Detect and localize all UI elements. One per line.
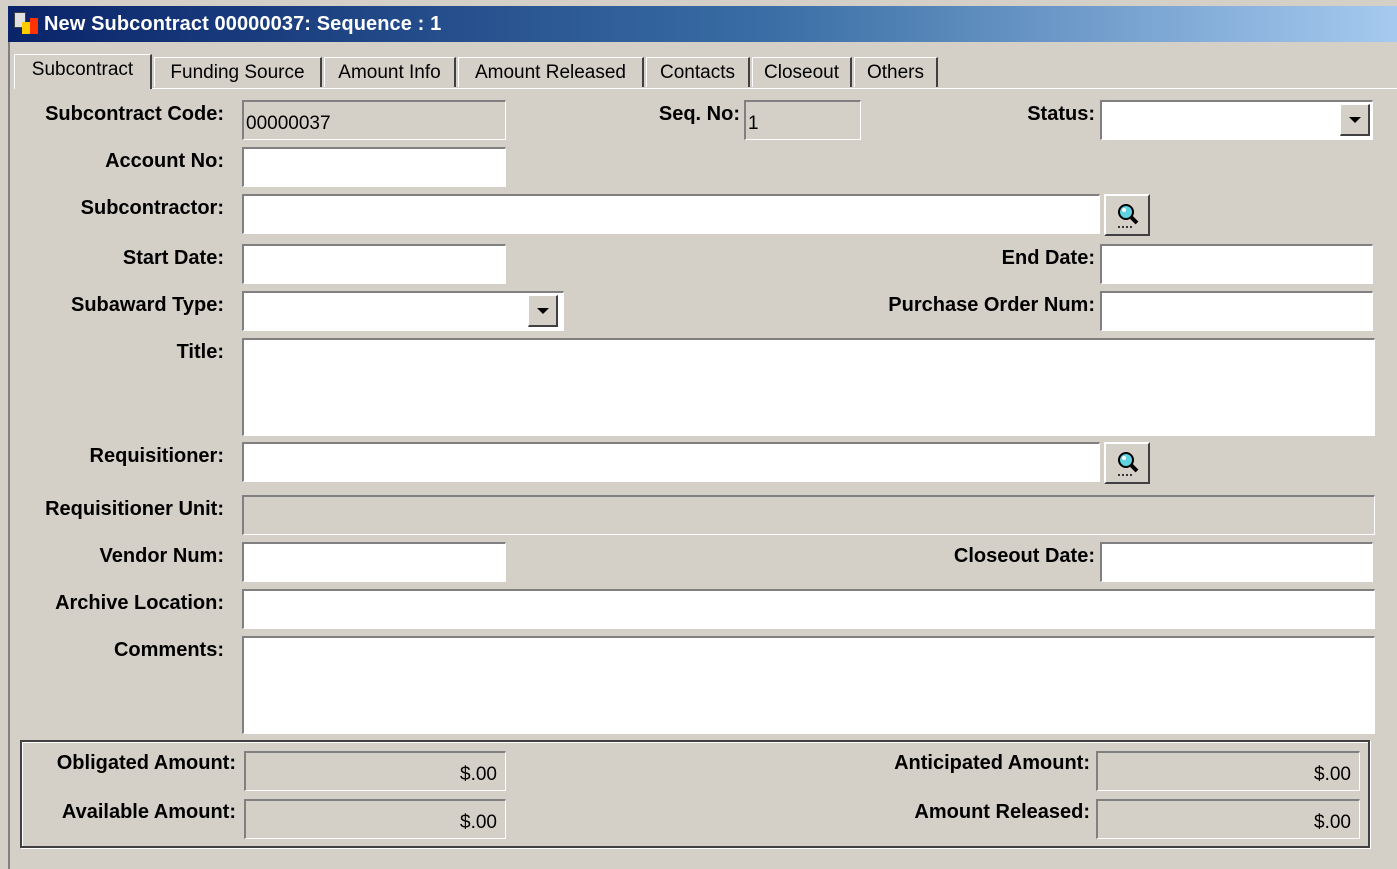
subcontractor-label: Subcontractor: bbox=[80, 197, 224, 219]
status-dropdown-button[interactable] bbox=[1340, 104, 1370, 136]
amount-released-field[interactable] bbox=[1096, 799, 1360, 839]
obligated-amount-label: Obligated Amount: bbox=[56, 752, 236, 774]
comments-textarea[interactable] bbox=[242, 636, 1375, 734]
start-date-field[interactable] bbox=[242, 244, 506, 284]
account-no-label: Account No: bbox=[105, 150, 224, 172]
tab-contacts[interactable]: Contacts bbox=[646, 57, 750, 87]
subaward-type-select[interactable] bbox=[242, 291, 564, 331]
archive-location-field[interactable] bbox=[242, 589, 1375, 629]
vendor-num-field[interactable] bbox=[242, 542, 506, 582]
tab-others[interactable]: Others bbox=[854, 57, 938, 87]
start-date-label: Start Date: bbox=[122, 247, 224, 269]
archive-location-label: Archive Location: bbox=[55, 592, 224, 614]
window-title: New Subcontract 00000037: Sequence : 1 bbox=[44, 12, 442, 35]
closeout-date-label: Closeout Date: bbox=[953, 545, 1095, 567]
comments-label: Comments: bbox=[113, 639, 224, 661]
purchase-order-num-field[interactable] bbox=[1100, 291, 1373, 331]
tab-strip-line bbox=[14, 88, 1397, 89]
subcontract-code-label: Subcontract Code: bbox=[45, 103, 224, 125]
requisitioner-field[interactable] bbox=[242, 442, 1100, 482]
subaward-type-dropdown-button[interactable] bbox=[528, 295, 558, 327]
magnifier-icon bbox=[1118, 452, 1139, 476]
available-amount-label: Available Amount: bbox=[61, 801, 236, 823]
status-label: Status: bbox=[1027, 103, 1095, 125]
subcontractor-search-button[interactable] bbox=[1104, 194, 1150, 236]
seq-no-field[interactable] bbox=[744, 100, 861, 140]
title-label: Title: bbox=[176, 341, 224, 363]
title-textarea[interactable] bbox=[242, 338, 1375, 436]
end-date-label: End Date: bbox=[1001, 247, 1095, 269]
app-icon bbox=[12, 10, 40, 38]
magnifier-icon bbox=[1118, 204, 1139, 228]
tab-amount-info[interactable]: Amount Info bbox=[324, 57, 456, 87]
requisitioner-unit-label: Requisitioner Unit: bbox=[45, 498, 224, 520]
vendor-num-label: Vendor Num: bbox=[99, 545, 224, 567]
seq-no-label: Seq. No: bbox=[658, 103, 740, 125]
subcontract-code-field[interactable] bbox=[242, 100, 506, 140]
title-bar[interactable]: New Subcontract 00000037: Sequence : 1 bbox=[8, 6, 1397, 42]
subaward-type-label: Subaward Type: bbox=[71, 294, 224, 316]
requisitioner-unit-field[interactable] bbox=[242, 495, 1375, 535]
requisitioner-label: Requisitioner: bbox=[89, 445, 224, 467]
end-date-field[interactable] bbox=[1100, 244, 1373, 284]
tab-subcontract[interactable]: Subcontract bbox=[14, 54, 152, 89]
status-select[interactable] bbox=[1100, 100, 1373, 140]
subcontractor-field[interactable] bbox=[242, 194, 1100, 234]
tab-closeout[interactable]: Closeout bbox=[752, 57, 852, 87]
amount-released-label: Amount Released: bbox=[914, 801, 1090, 823]
anticipated-amount-field[interactable] bbox=[1096, 751, 1360, 791]
subcontract-window: New Subcontract 00000037: Sequence : 1 S… bbox=[0, 0, 1397, 869]
closeout-date-field[interactable] bbox=[1100, 542, 1373, 582]
requisitioner-search-button[interactable] bbox=[1104, 442, 1150, 484]
chevron-down-icon bbox=[1348, 116, 1361, 123]
anticipated-amount-label: Anticipated Amount: bbox=[894, 752, 1090, 774]
obligated-amount-field[interactable] bbox=[244, 751, 506, 791]
available-amount-field[interactable] bbox=[244, 799, 506, 839]
tab-amount-released[interactable]: Amount Released bbox=[458, 57, 644, 87]
chevron-down-icon bbox=[536, 307, 549, 314]
window-left-border bbox=[8, 42, 10, 869]
tab-funding-source[interactable]: Funding Source bbox=[154, 57, 322, 87]
account-no-field[interactable] bbox=[242, 147, 506, 187]
purchase-order-num-label: Purchase Order Num: bbox=[888, 294, 1095, 316]
